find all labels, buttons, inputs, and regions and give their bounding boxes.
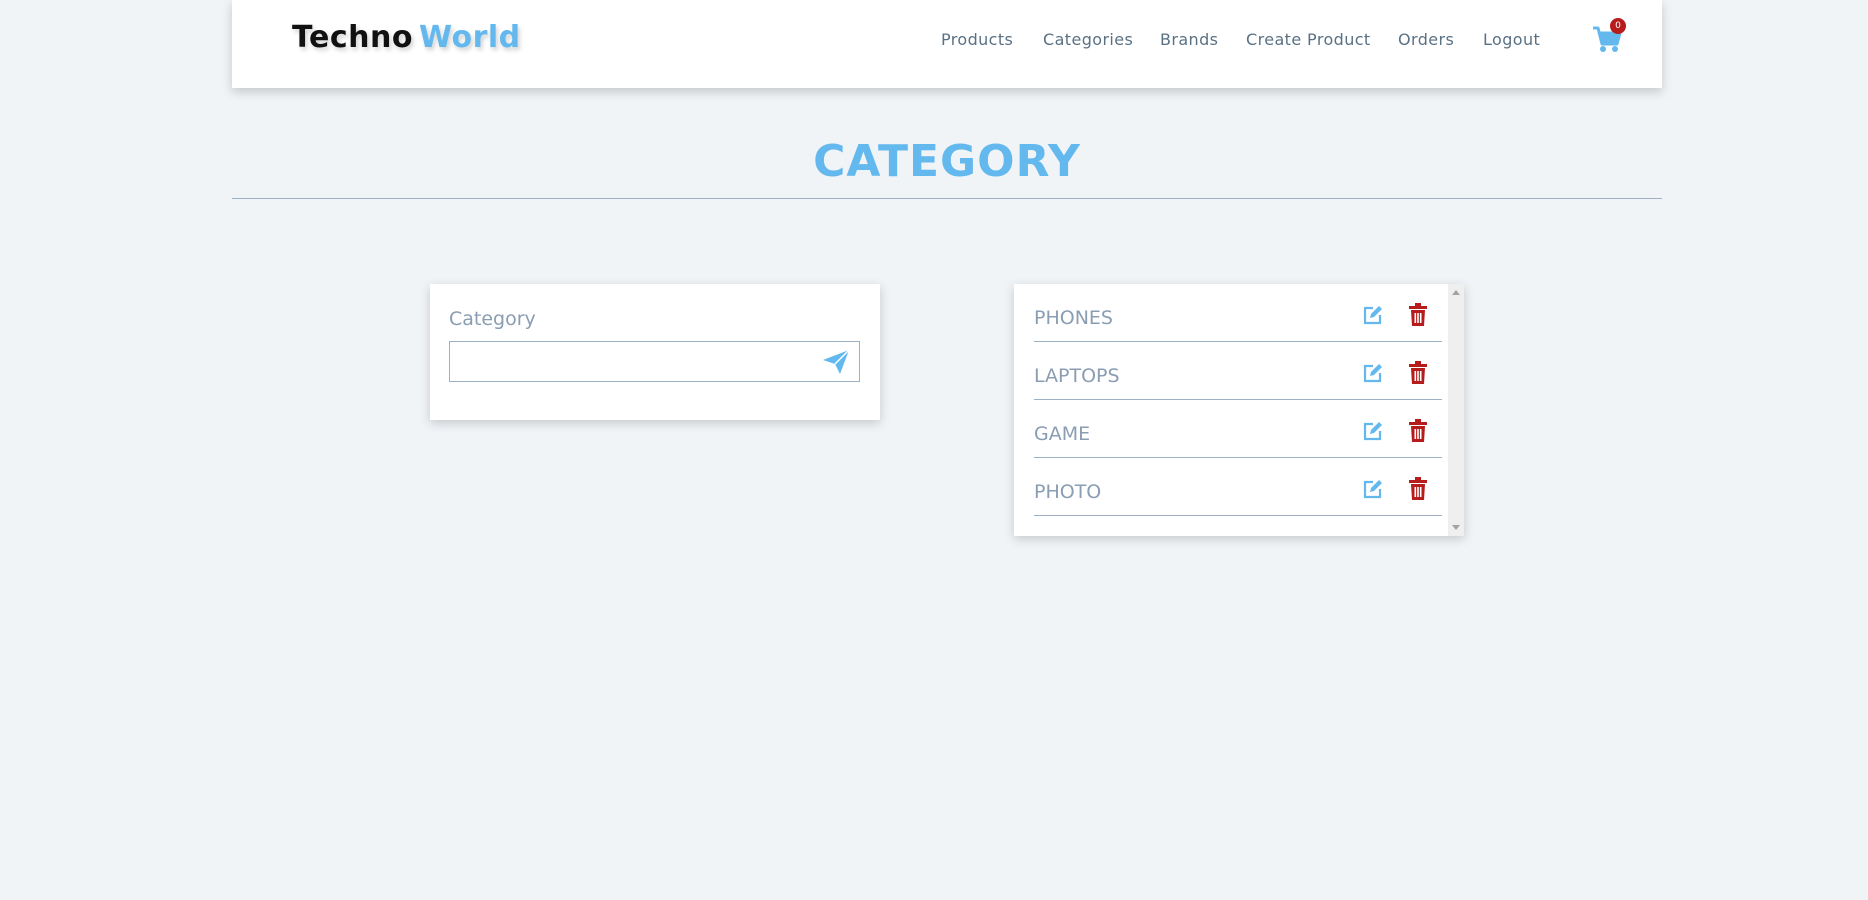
category-input-wrapper xyxy=(449,341,860,382)
edit-icon xyxy=(1363,480,1382,499)
nav-link-create-product[interactable]: Create Product xyxy=(1246,30,1371,49)
category-field-label: Category xyxy=(449,308,536,330)
scroll-up-arrow-icon[interactable] xyxy=(1452,290,1460,295)
category-list-card: PHONES LAPTOPS GAME PHOTO xyxy=(1014,284,1464,536)
category-input[interactable] xyxy=(450,342,810,381)
brand-name-part1: Techno xyxy=(292,20,413,55)
category-form-card: Category xyxy=(430,284,880,420)
submit-category-button[interactable] xyxy=(821,348,851,376)
edit-category-button[interactable] xyxy=(1362,304,1384,326)
edit-category-button[interactable] xyxy=(1362,420,1384,442)
edit-category-button[interactable] xyxy=(1362,478,1384,500)
edit-icon xyxy=(1363,306,1382,325)
category-list-item: PHONES xyxy=(1034,284,1442,342)
edit-icon xyxy=(1363,422,1382,441)
delete-category-button[interactable] xyxy=(1408,303,1428,326)
brand-name-part2: World xyxy=(418,20,521,55)
list-scrollbar[interactable] xyxy=(1448,284,1464,536)
category-list-item: LAPTOPS xyxy=(1034,342,1442,400)
page-title: CATEGORY xyxy=(813,136,1081,187)
category-name: GAME xyxy=(1034,423,1091,445)
category-name: PHOTO xyxy=(1034,481,1102,503)
trash-icon xyxy=(1409,477,1427,500)
brand-logo[interactable]: Techno World xyxy=(292,20,521,55)
category-name: PHONES xyxy=(1034,307,1113,329)
trash-icon xyxy=(1409,419,1427,442)
delete-category-button[interactable] xyxy=(1408,419,1428,442)
navbar: Techno World Products Categories Brands C… xyxy=(232,0,1662,88)
edit-icon xyxy=(1363,364,1382,383)
nav-link-logout[interactable]: Logout xyxy=(1483,30,1540,49)
nav-link-brands[interactable]: Brands xyxy=(1160,30,1218,49)
delete-category-button[interactable] xyxy=(1408,361,1428,384)
delete-category-button[interactable] xyxy=(1408,477,1428,500)
cart-count-badge: 0 xyxy=(1610,18,1626,34)
nav-link-products[interactable]: Products xyxy=(941,30,1013,49)
title-divider xyxy=(232,198,1662,199)
cart-button[interactable]: 0 xyxy=(1592,18,1626,56)
paper-plane-icon xyxy=(823,349,850,374)
nav-link-orders[interactable]: Orders xyxy=(1398,30,1454,49)
nav-link-categories[interactable]: Categories xyxy=(1043,30,1133,49)
category-list-item: GAME xyxy=(1034,400,1442,458)
scroll-down-arrow-icon[interactable] xyxy=(1452,525,1460,530)
trash-icon xyxy=(1409,361,1427,384)
trash-icon xyxy=(1409,303,1427,326)
category-name: LAPTOPS xyxy=(1034,365,1120,387)
category-list-item: PHOTO xyxy=(1034,458,1442,516)
edit-category-button[interactable] xyxy=(1362,362,1384,384)
